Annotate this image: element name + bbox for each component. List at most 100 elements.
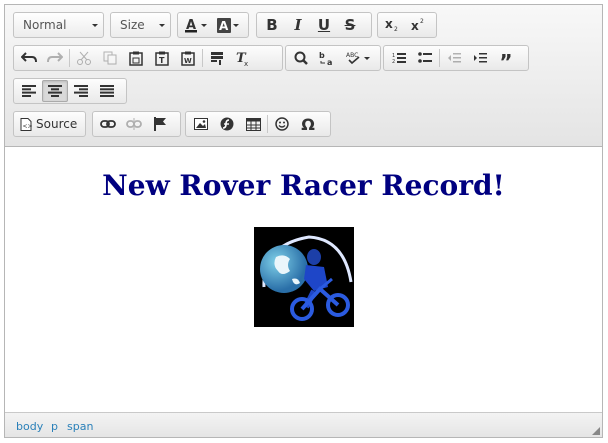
element-path-body[interactable]: body — [16, 420, 43, 433]
paste-text-button[interactable]: T — [149, 47, 175, 69]
decrease-indent-button[interactable] — [441, 47, 467, 69]
copy-button[interactable] — [97, 47, 123, 69]
script-group: x2 x2 — [377, 12, 437, 38]
copy-icon — [103, 51, 117, 65]
flash-button[interactable] — [214, 113, 240, 135]
underline-button[interactable]: U — [311, 14, 337, 36]
decrease-indent-icon — [448, 53, 461, 63]
svg-text:2: 2 — [420, 18, 424, 25]
text-color-button[interactable]: A — [180, 14, 212, 36]
resize-handle-icon[interactable] — [592, 427, 600, 435]
svg-text:x: x — [385, 18, 393, 31]
align-left-button[interactable] — [16, 80, 42, 102]
rich-text-editor: Normal Size A A B I U S x2 x2 T W T x b … — [4, 4, 603, 438]
element-path-span[interactable]: span — [67, 420, 93, 433]
basic-styles-group: B I U S — [256, 12, 372, 38]
bold-button[interactable]: B — [259, 14, 285, 36]
svg-text:2: 2 — [394, 26, 398, 32]
align-center-button[interactable] — [42, 80, 68, 102]
align-right-button[interactable] — [68, 80, 94, 102]
chevron-down-icon — [364, 56, 370, 60]
unlink-button[interactable] — [121, 113, 147, 135]
italic-button[interactable]: I — [285, 14, 311, 36]
size-combo[interactable]: Size — [110, 12, 171, 38]
background-color-button[interactable]: A — [212, 14, 244, 36]
insert-group: Ω — [185, 111, 331, 137]
justify-icon — [100, 85, 114, 97]
background-color-icon: A — [217, 17, 231, 33]
document-group: <> Source — [13, 111, 86, 137]
special-char-icon: Ω — [301, 114, 315, 134]
paste-icon — [129, 51, 143, 66]
image-button[interactable] — [188, 113, 214, 135]
blockquote-icon: ” — [499, 50, 513, 74]
svg-text:b: b — [319, 51, 325, 60]
spellcheck-icon: ABC — [346, 52, 360, 65]
table-button[interactable] — [240, 113, 266, 135]
anchor-button[interactable] — [147, 113, 173, 135]
source-button[interactable]: <> Source — [16, 113, 83, 135]
links-group — [92, 111, 181, 137]
paste-button[interactable] — [123, 47, 149, 69]
clipboard-group: T W Tx — [13, 45, 283, 71]
source-icon: <> — [20, 117, 33, 131]
undo-button[interactable] — [16, 47, 42, 69]
link-button[interactable] — [95, 113, 121, 135]
superscript-button[interactable]: x2 — [406, 14, 432, 36]
svg-text:x: x — [411, 19, 419, 32]
editing-group: ba ABC — [285, 45, 381, 71]
editor-statusbar: body p span — [5, 412, 602, 437]
smiley-button[interactable] — [269, 113, 295, 135]
paste-word-icon: W — [181, 51, 195, 66]
paragraph-group: 12 ” — [383, 45, 529, 74]
remove-format-icon: Tx — [236, 51, 248, 66]
paste-word-button[interactable]: W — [175, 47, 201, 69]
bold-icon: B — [266, 16, 278, 34]
rover-racer-logo-image[interactable] — [254, 227, 354, 327]
underline-icon: U — [317, 16, 331, 34]
svg-text:2: 2 — [392, 59, 395, 64]
cut-button[interactable] — [71, 47, 97, 69]
color-group: A A — [177, 12, 249, 38]
page-heading: New Rover Racer Record! — [102, 169, 505, 202]
motorbike-globe-icon — [260, 235, 353, 321]
smiley-icon — [275, 117, 289, 131]
spellcheck-button[interactable]: ABC — [340, 47, 376, 69]
subscript-icon: x2 — [385, 18, 398, 32]
element-path-p[interactable]: p — [51, 420, 58, 433]
editor-content-area[interactable]: New Rover Racer Record! — [5, 147, 602, 413]
svg-text:<>: <> — [23, 123, 33, 130]
size-combo-value: Size — [120, 18, 145, 32]
justify-button[interactable] — [94, 80, 120, 102]
chevron-down-icon — [233, 23, 239, 27]
select-all-button[interactable] — [204, 47, 230, 69]
numbered-list-button[interactable]: 12 — [386, 47, 412, 69]
align-right-icon — [74, 85, 88, 97]
bulleted-list-icon — [418, 52, 432, 63]
svg-text:W: W — [184, 57, 192, 65]
flash-icon — [220, 117, 234, 131]
find-button[interactable] — [288, 47, 314, 69]
subscript-button[interactable]: x2 — [380, 14, 406, 36]
replace-icon: ba — [319, 51, 332, 65]
toolbar-separator — [202, 49, 203, 67]
remove-format-button[interactable]: Tx — [230, 47, 256, 69]
superscript-icon: x2 — [411, 18, 424, 32]
blockquote-button[interactable]: ” — [493, 47, 519, 74]
strikethrough-button[interactable]: S — [337, 14, 363, 36]
text-color-icon: A — [185, 18, 197, 33]
numbered-list-icon: 12 — [392, 53, 406, 64]
increase-indent-button[interactable] — [467, 47, 493, 69]
format-combo[interactable]: Normal — [13, 12, 104, 38]
link-icon — [100, 120, 116, 128]
redo-button[interactable] — [42, 47, 68, 69]
redo-icon — [47, 52, 63, 63]
bulleted-list-button[interactable] — [412, 47, 438, 69]
source-label: Source — [36, 117, 78, 131]
italic-icon: I — [294, 16, 302, 34]
align-center-icon — [48, 85, 62, 97]
align-left-icon — [22, 85, 36, 97]
replace-button[interactable]: ba — [314, 47, 340, 69]
svg-text:ABC: ABC — [346, 52, 358, 59]
special-char-button[interactable]: Ω — [295, 113, 321, 135]
